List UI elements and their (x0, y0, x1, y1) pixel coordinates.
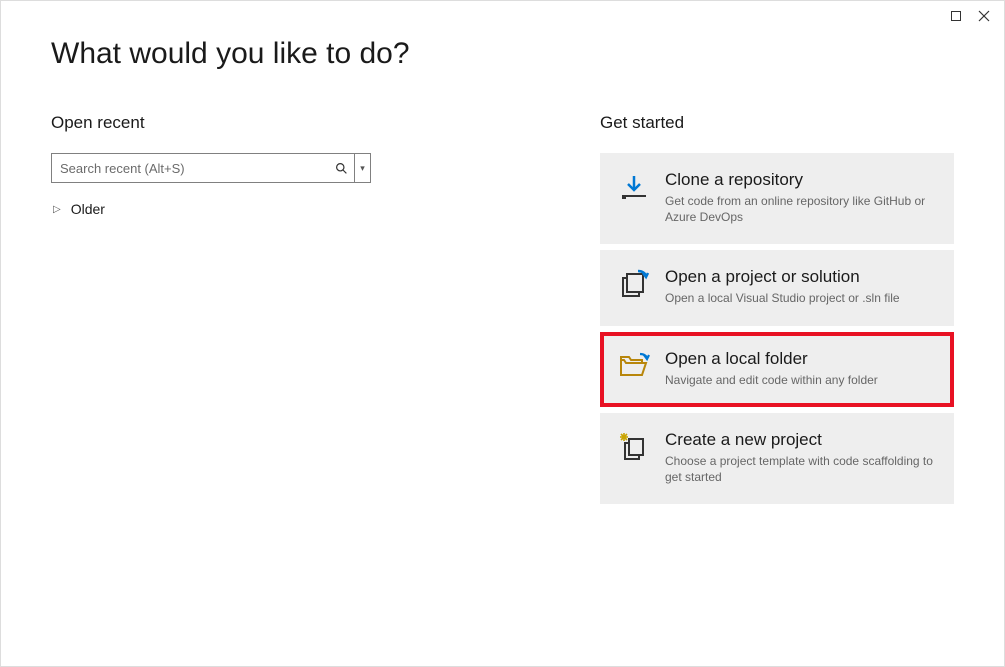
window-titlebar (950, 1, 1004, 31)
card-title: Create a new project (665, 430, 937, 450)
maximize-button[interactable] (950, 10, 962, 22)
card-desc: Open a local Visual Studio project or .s… (665, 290, 900, 306)
get-started-heading: Get started (600, 113, 954, 133)
card-title: Open a local folder (665, 349, 878, 369)
card-desc: Get code from an online repository like … (665, 193, 937, 225)
card-open-project[interactable]: Open a project or solution Open a local … (600, 250, 954, 325)
search-dropdown[interactable]: ▾ (354, 154, 370, 182)
search-input[interactable] (52, 154, 328, 182)
card-create-new-project[interactable]: Create a new project Choose a project te… (600, 413, 954, 504)
card-title: Clone a repository (665, 170, 937, 190)
project-icon (617, 267, 651, 301)
card-desc: Choose a project template with code scaf… (665, 453, 937, 485)
folder-open-icon (617, 349, 651, 383)
search-recent[interactable]: ▾ (51, 153, 371, 183)
page-title: What would you like to do? (51, 37, 954, 71)
expand-triangle-icon: ▷ (53, 204, 61, 215)
card-open-local-folder[interactable]: Open a local folder Navigate and edit co… (600, 332, 954, 407)
clone-icon (617, 170, 651, 204)
chevron-down-icon: ▾ (360, 163, 365, 174)
search-button[interactable] (328, 154, 354, 182)
card-clone-repository[interactable]: Clone a repository Get code from an onli… (600, 153, 954, 244)
card-desc: Navigate and edit code within any folder (665, 372, 878, 388)
close-button[interactable] (978, 10, 990, 22)
new-project-icon (617, 430, 651, 464)
open-recent-heading: Open recent (51, 113, 421, 133)
older-group[interactable]: ▷ Older (51, 201, 421, 217)
card-title: Open a project or solution (665, 267, 900, 287)
search-icon (335, 162, 348, 175)
older-label: Older (71, 201, 105, 217)
